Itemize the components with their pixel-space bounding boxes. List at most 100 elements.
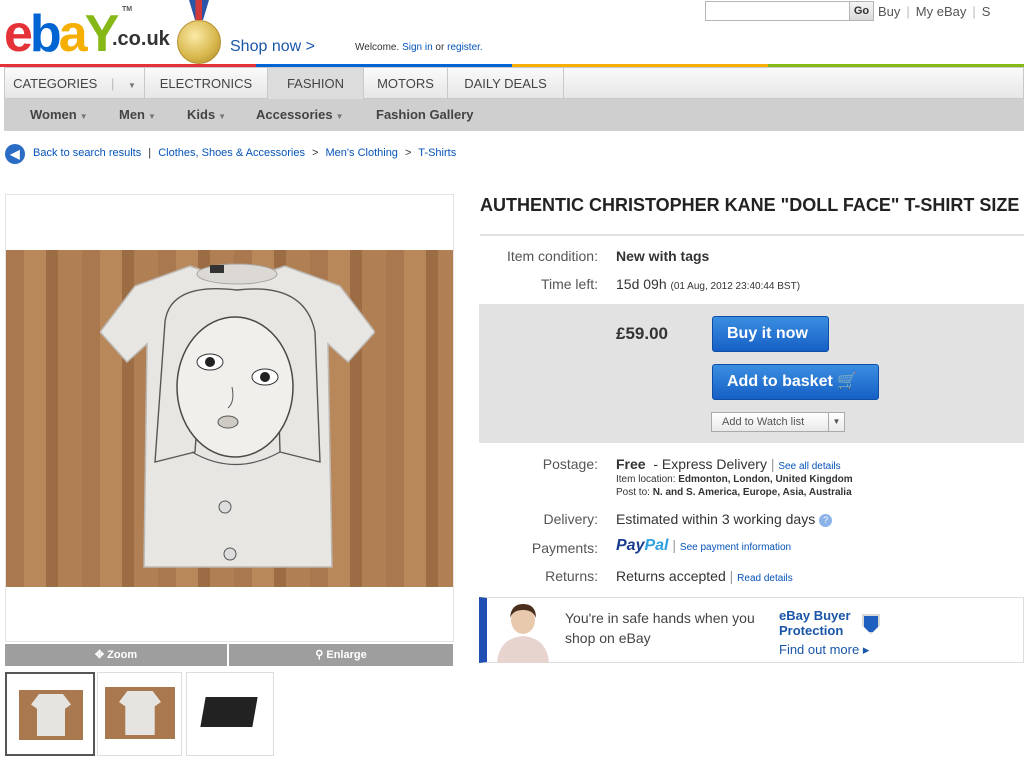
tab-electronics[interactable]: ELECTRONICS	[145, 68, 268, 99]
divider: |	[110, 76, 115, 91]
my-ebay-link[interactable]: My eBay	[916, 4, 967, 19]
top-links: Buy | My eBay | S	[878, 4, 990, 19]
find-out-more-link[interactable]: Find out more ▸	[779, 642, 869, 658]
shop-now-link[interactable]: Shop now >	[230, 38, 315, 56]
divider: |	[906, 4, 910, 19]
post-to-label: Post to:	[616, 487, 650, 498]
time-left: 15d 09h	[616, 276, 667, 292]
enlarge-button[interactable]: ⚲ Enlarge	[229, 644, 453, 666]
tab-categories[interactable]: CATEGORIES | ▼	[5, 68, 145, 99]
subnav-label: Accessories	[256, 107, 333, 122]
category-nav: CATEGORIES | ▼ ELECTRONICS FASHION MOTOR…	[4, 67, 1024, 99]
thumbnail-3[interactable]	[186, 672, 274, 756]
welcome-text: Welcome. Sign in or register.	[355, 42, 483, 53]
end-time: (01 Aug, 2012 23:40:44 BST)	[670, 281, 801, 292]
tab-motors[interactable]: MOTORS	[364, 68, 448, 99]
sign-in-link[interactable]: Sign in	[402, 42, 433, 53]
divider: |	[672, 537, 677, 553]
enlarge-label: Enlarge	[326, 649, 367, 661]
breadcrumb-clothes[interactable]: Clothes, Shoes & Accessories	[158, 147, 305, 159]
logo-letter-b: b	[29, 5, 62, 63]
chevron-down-icon: ▼	[218, 112, 227, 121]
listing-title: AUTHENTIC CHRISTOPHER KANE "DOLL FACE" T…	[480, 195, 1020, 215]
tab-fashion[interactable]: FASHION	[268, 68, 364, 99]
divider: |	[972, 4, 976, 19]
buyer-protection-title[interactable]: eBay Buyer Protection	[779, 608, 859, 638]
delivery-value: Estimated within 3 working days ?	[616, 511, 833, 527]
help-icon[interactable]: ?	[819, 513, 833, 527]
back-arrow-icon[interactable]: ◀	[5, 144, 25, 164]
paypal-pal: Pal	[644, 537, 669, 554]
condition-value: New with tags	[616, 248, 710, 264]
subnav-label: Men	[119, 107, 145, 122]
postage-label: Postage:	[542, 456, 598, 472]
zoom-icon: ✥	[94, 649, 108, 661]
watch-list-label: Add to Watch list	[722, 416, 805, 428]
item-location: Item location: Edmonton, London, United …	[616, 474, 853, 485]
payments-label: Payments:	[531, 540, 598, 556]
subnav-kids[interactable]: Kids ▼	[187, 99, 226, 131]
chevron-down-icon[interactable]: ▼	[828, 413, 844, 431]
tshirt-shape	[31, 694, 71, 736]
site-header: ebaY .co.uk TM Shop now > Welcome. Sign …	[0, 0, 1024, 67]
medal-ribbon-icon	[189, 0, 209, 20]
go-button[interactable]: Go	[849, 1, 874, 21]
thumbnail-1[interactable]	[5, 672, 95, 756]
ebay-logo[interactable]: ebaY .co.uk TM	[4, 4, 170, 63]
postage-method: - Express Delivery	[653, 456, 767, 472]
time-left-value: 15d 09h (01 Aug, 2012 23:40:44 BST)	[616, 276, 800, 292]
add-to-basket-button[interactable]: Add to basket 🛒	[712, 364, 879, 400]
breadcrumb-mens-clothing[interactable]: Men's Clothing	[326, 147, 398, 159]
buy-it-now-button[interactable]: Buy it now	[712, 316, 829, 352]
payments-value: PayPal | See payment information	[616, 537, 791, 555]
back-to-results-link[interactable]: Back to search results	[33, 147, 141, 159]
subnav-women[interactable]: Women ▼	[30, 99, 88, 131]
logo-tm: TM	[122, 6, 133, 13]
thumbnail-image	[105, 687, 175, 739]
tab-daily-deals[interactable]: DAILY DEALS	[448, 68, 564, 99]
price: £59.00	[616, 324, 668, 343]
paypal-logo: PayPal	[616, 537, 668, 554]
delivery-estimate: Estimated within 3 working days	[616, 511, 816, 527]
tshirt-shape	[119, 691, 161, 735]
subnav-fashion-gallery[interactable]: Fashion Gallery	[376, 99, 474, 131]
returns-policy: Returns accepted	[616, 568, 726, 584]
read-details-link[interactable]: Read details	[737, 573, 793, 584]
medal-icon[interactable]	[177, 20, 221, 64]
watch-list-button[interactable]: Add to Watch list ▼	[711, 412, 845, 432]
search-input[interactable]	[705, 1, 850, 21]
subnav-label: Women	[30, 107, 77, 122]
logo-letter-a: a	[58, 5, 88, 63]
breadcrumb-separator: >	[312, 147, 319, 159]
payment-info-link[interactable]: See payment information	[680, 542, 791, 553]
welcome-prefix: Welcome.	[355, 42, 400, 53]
subnav-label: Kids	[187, 107, 216, 122]
divider: |	[770, 456, 775, 472]
paypal-pay: Pay	[616, 537, 645, 554]
sell-link[interactable]: S	[982, 4, 991, 19]
welcome-or: or	[435, 42, 445, 53]
condition-label: Item condition:	[506, 248, 598, 264]
add-to-basket-label: Add to basket	[727, 373, 833, 390]
buy-link[interactable]: Buy	[878, 4, 900, 19]
breadcrumb-tshirts[interactable]: T-Shirts	[418, 147, 456, 159]
breadcrumb: Back to search results | Clothes, Shoes …	[33, 147, 456, 159]
see-all-details-link[interactable]: See all details	[778, 461, 840, 472]
chevron-down-icon: ▼	[148, 112, 156, 121]
support-person-image	[497, 604, 549, 663]
postage-free: Free	[616, 456, 646, 472]
location-label: Item location:	[616, 474, 676, 485]
chevron-down-icon: ▼	[79, 112, 88, 121]
register-link[interactable]: register.	[447, 42, 483, 53]
postage-value: Free - Express Delivery | See all detail…	[616, 456, 841, 472]
logo-domain: .co.uk	[112, 28, 170, 50]
zoom-button[interactable]: ✥ Zoom	[5, 644, 227, 666]
zoom-label: Zoom	[107, 649, 138, 661]
subnav-accessories[interactable]: Accessories ▼	[256, 99, 344, 131]
box-image	[200, 697, 258, 727]
returns-value: Returns accepted | Read details	[616, 568, 793, 584]
location-value: Edmonton, London, United Kingdom	[678, 474, 853, 485]
subnav-men[interactable]: Men ▼	[119, 99, 156, 131]
thumbnail-2[interactable]	[97, 672, 182, 756]
post-to-value: N. and S. America, Europe, Asia, Austral…	[652, 487, 852, 498]
